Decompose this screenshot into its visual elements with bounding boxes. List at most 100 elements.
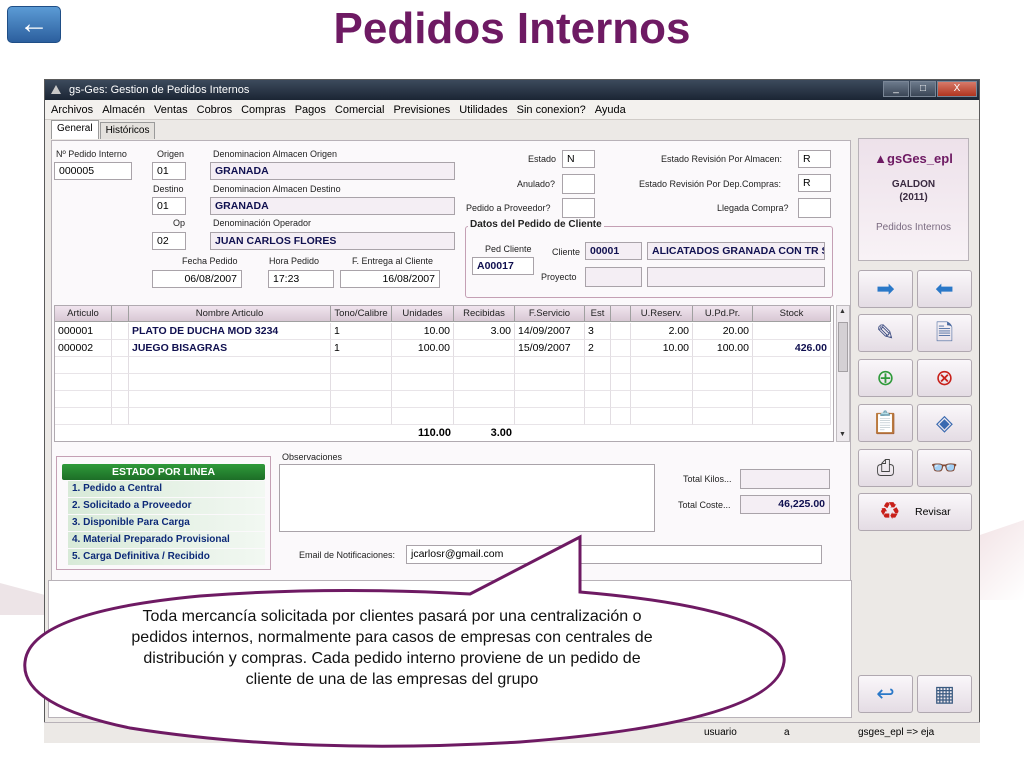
col-u-reserv[interactable]: U.Reserv. (631, 306, 693, 322)
preview-glasses-button[interactable]: 👓 (917, 449, 972, 487)
col-unidades[interactable]: Unidades (392, 306, 454, 322)
cliente-code-field[interactable]: 00001 (585, 242, 642, 260)
company-name: GALDON (2011) (891, 179, 936, 203)
add-record-button[interactable]: ⊕ (858, 359, 913, 397)
cell-blank (611, 340, 631, 357)
col-nombre-articulo[interactable]: Nombre Articulo (129, 306, 331, 322)
num-pedido-label: Nº Pedido Interno (56, 149, 127, 159)
cell-recibidas: 3.00 (454, 323, 515, 340)
rev-compras-label: Estado Revisión Por Dep.Compras: (639, 179, 782, 189)
proyecto-name-field[interactable] (647, 267, 825, 287)
destino-field[interactable]: 01 (152, 197, 186, 215)
email-field[interactable]: jcarlosr@gmail.com (406, 545, 822, 564)
status-user-value: a (784, 727, 790, 738)
delete-record-button[interactable]: ⊗ (917, 359, 972, 397)
menu-archivos[interactable]: Archivos (51, 100, 93, 119)
cell-est: 3 (585, 323, 611, 340)
table-row-empty[interactable] (55, 391, 831, 408)
den-origen-field[interactable]: GRANADA (210, 162, 455, 180)
table-row-empty[interactable] (55, 408, 831, 425)
document-button[interactable]: 🗎 (917, 314, 972, 352)
proyecto-field[interactable] (585, 267, 642, 287)
menu-comercial[interactable]: Comercial (335, 100, 385, 119)
table-scrollbar[interactable]: ▲ ▼ (836, 305, 850, 442)
minimize-button[interactable]: _ (883, 81, 909, 97)
revisar-button[interactable]: ♻ Revisar (858, 493, 972, 531)
menu-ayuda[interactable]: Ayuda (595, 100, 626, 119)
menu-almacen[interactable]: Almacén (102, 100, 145, 119)
tab-historicos[interactable]: Históricos (99, 122, 156, 139)
ped-cliente-label: Ped Cliente (485, 244, 532, 254)
table-row[interactable]: 000001 PLATO DE DUCHA MOD 3234 1 10.00 3… (55, 323, 831, 340)
table-row[interactable]: 000002 JUEGO BISAGRAS 1 100.00 15/09/200… (55, 340, 831, 357)
table-row-empty[interactable] (55, 374, 831, 391)
den-destino-field[interactable]: GRANADA (210, 197, 455, 215)
menu-compras[interactable]: Compras (241, 100, 286, 119)
return-arrow-button[interactable]: ↩ (858, 675, 913, 713)
clipboard-button[interactable]: 📋 (858, 404, 913, 442)
col-recibidas[interactable]: Recibidas (454, 306, 515, 322)
print-button[interactable]: ⎙ (858, 449, 913, 487)
prev-arrow-button[interactable]: ⬅ (917, 270, 972, 308)
origen-field[interactable]: 01 (152, 162, 186, 180)
den-operador-field[interactable]: JUAN CARLOS FLORES (210, 232, 455, 250)
estado-item: 4. Material Preparado Provisional (68, 532, 265, 548)
close-button[interactable]: X (937, 81, 977, 97)
col-articulo[interactable]: Articulo (55, 306, 112, 322)
menu-cobros[interactable]: Cobros (197, 100, 232, 119)
col-blank-1[interactable] (112, 306, 129, 322)
callout-text: Toda mercancía solicitada por clientes p… (131, 608, 653, 688)
menu-sin-conexion[interactable]: Sin conexion? (517, 100, 586, 119)
cell-f-servicio: 14/09/2007 (515, 323, 585, 340)
calculator-button[interactable]: ▦ (917, 675, 972, 713)
col-est[interactable]: Est (585, 306, 611, 322)
num-pedido-field[interactable]: 000005 (54, 162, 132, 180)
edit-pen-button[interactable]: ✎ (858, 314, 913, 352)
window-titlebar: gs-Ges: Gestion de Pedidos Internos _ □ … (45, 80, 979, 100)
brand-panel: ▲gsGes_epl GALDON (2011) Pedidos Internos (858, 138, 969, 261)
hora-pedido-field[interactable]: 17:23 (268, 270, 334, 288)
fecha-pedido-label: Fecha Pedido (182, 256, 238, 266)
cell-blank (112, 323, 129, 340)
estado-field[interactable]: N (562, 150, 595, 168)
col-blank-2[interactable] (611, 306, 631, 322)
observaciones-textarea[interactable] (279, 464, 655, 532)
rev-almacen-field[interactable]: R (798, 150, 831, 168)
pedido-proveedor-field[interactable] (562, 198, 595, 218)
menu-previsiones[interactable]: Previsiones (393, 100, 450, 119)
den-destino-label: Denominacion Almacen Destino (213, 184, 341, 194)
maximize-button[interactable]: □ (910, 81, 936, 97)
menu-ventas[interactable]: Ventas (154, 100, 188, 119)
next-arrow-button[interactable]: ➡ (858, 270, 913, 308)
col-f-servicio[interactable]: F.Servicio (515, 306, 585, 322)
tab-general[interactable]: General (51, 120, 99, 139)
cell-nombre: PLATO DE DUCHA MOD 3234 (129, 323, 331, 340)
table-row-empty[interactable] (55, 357, 831, 374)
total-kilos-field[interactable] (740, 469, 830, 489)
col-stock[interactable]: Stock (753, 306, 831, 322)
fecha-pedido-field[interactable]: 06/08/2007 (152, 270, 242, 288)
lines-table: Articulo Nombre Articulo Tono/Calibre Un… (54, 305, 834, 442)
menu-utilidades[interactable]: Utilidades (459, 100, 507, 119)
pedido-proveedor-label: Pedido a Proveedor? (466, 203, 551, 213)
anulado-label: Anulado? (517, 179, 556, 189)
cliente-name-field[interactable]: ALICATADOS GRANADA CON TR S (647, 242, 825, 260)
revisar-label: Revisar (915, 506, 951, 518)
col-u-pd-pr[interactable]: U.Pd.Pr. (693, 306, 753, 322)
anulado-field[interactable] (562, 174, 595, 194)
f-entrega-field[interactable]: 16/08/2007 (340, 270, 440, 288)
scroll-thumb[interactable] (838, 322, 848, 372)
menu-pagos[interactable]: Pagos (295, 100, 326, 119)
window-title: gs-Ges: Gestion de Pedidos Internos (69, 84, 250, 96)
total-coste-field[interactable]: 46,225.00 (740, 495, 830, 514)
table-header: Articulo Nombre Articulo Tono/Calibre Un… (55, 306, 831, 322)
ped-cliente-field[interactable]: A00017 (472, 257, 534, 275)
col-tono-calibre[interactable]: Tono/Calibre (331, 306, 392, 322)
scroll-down-icon[interactable]: ▼ (839, 431, 846, 438)
llegada-field[interactable] (798, 198, 831, 218)
back-arrow-button[interactable]: ← (7, 6, 61, 43)
scroll-up-icon[interactable]: ▲ (839, 308, 846, 315)
rev-compras-field[interactable]: R (798, 174, 831, 192)
op-field[interactable]: 02 (152, 232, 186, 250)
globe-button[interactable]: ◈ (917, 404, 972, 442)
